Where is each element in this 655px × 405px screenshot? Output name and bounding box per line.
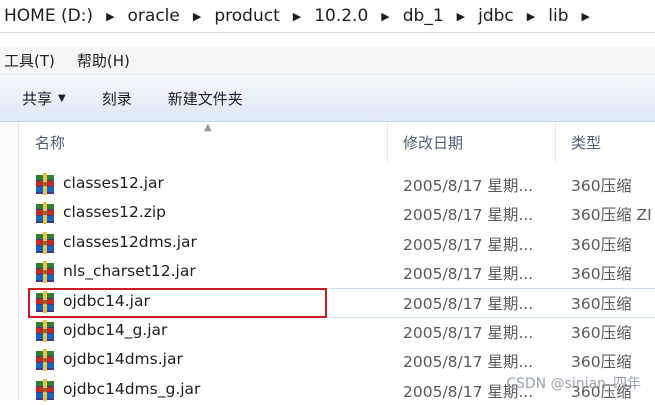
sort-ascending-icon: ▲ [204, 122, 212, 133]
chevron-right-icon[interactable]: ▶ [573, 10, 599, 23]
file-name: ojdbc14_g.jar [63, 320, 168, 339]
archive-file-icon [35, 349, 55, 372]
file-row[interactable]: nls_charset12.jar 2005/8/17 星期... 360压缩 [19, 258, 655, 287]
file-date: 2005/8/17 星期... [403, 177, 534, 195]
file-type: 360压缩 [571, 177, 632, 195]
breadcrumb-db1[interactable]: db_1 [399, 6, 448, 26]
column-header-row: ▲ 名称 修改日期 类型 [19, 122, 655, 162]
archive-file-icon [35, 261, 55, 284]
command-bar: 共享 ▼ 刻录 新建文件夹 [0, 75, 655, 122]
archive-file-icon [35, 202, 55, 225]
menu-bar: 工具(T) 帮助(H) [0, 46, 655, 75]
file-row[interactable]: ojdbc14dms.jar 2005/8/17 星期... 360压缩 [19, 346, 655, 375]
chevron-right-icon[interactable]: ▶ [518, 10, 544, 23]
watermark: CSDN @sinian_四年 [506, 376, 641, 392]
column-divider[interactable] [387, 122, 388, 162]
file-date: 2005/8/17 星期... [403, 323, 534, 342]
column-header-modified[interactable]: 修改日期 [403, 132, 463, 153]
file-name: classes12.jar [63, 174, 164, 192]
breadcrumb-jdbc[interactable]: jdbc [474, 6, 518, 26]
file-date: 2005/8/17 星期... [403, 265, 534, 284]
archive-file-icon [35, 173, 55, 195]
column-header-type[interactable]: 类型 [571, 132, 601, 153]
breadcrumb-product[interactable]: product [210, 6, 283, 26]
row-selection-highlight [330, 288, 655, 318]
file-type: 360压缩 [571, 353, 632, 372]
column-header-name[interactable]: 名称 [35, 132, 65, 153]
file-name: nls_charset12.jar [63, 262, 196, 281]
file-date: 2005/8/17 星期... [403, 353, 534, 372]
breadcrumb-oracle[interactable]: oracle [124, 6, 184, 26]
file-name: ojdbc14dms.jar [63, 350, 183, 369]
chevron-right-icon[interactable]: ▶ [372, 10, 398, 23]
caret-down-icon: ▼ [58, 92, 66, 104]
new-folder-button[interactable]: 新建文件夹 [150, 88, 261, 109]
archive-file-icon [35, 378, 55, 401]
file-row[interactable]: classes12dms.jar 2005/8/17 星期... 360压缩 [19, 229, 655, 258]
archive-file-icon [35, 231, 55, 254]
file-name: classes12.zip [63, 203, 167, 222]
menu-tools[interactable]: 工具(T) [0, 50, 67, 71]
file-name: ojdbc14dms_g.jar [63, 379, 201, 398]
navigation-pane [0, 122, 19, 401]
file-row[interactable]: classes12.zip 2005/8/17 星期... 360压缩 ZI [19, 199, 655, 228]
burn-label: 刻录 [101, 89, 132, 108]
share-label: 共享 [22, 89, 53, 108]
column-divider[interactable] [555, 122, 556, 162]
burn-button[interactable]: 刻录 [84, 88, 150, 109]
breadcrumb-lib[interactable]: lib [544, 6, 572, 26]
chevron-right-icon[interactable]: ▶ [97, 10, 123, 23]
file-type: 360压缩 [571, 323, 632, 342]
file-type: 360压缩 [571, 265, 632, 284]
file-row[interactable]: classes12.jar 2005/8/17 星期... 360压缩 [19, 170, 655, 199]
breadcrumb-version[interactable]: 10.2.0 [310, 6, 372, 26]
menu-help[interactable]: 帮助(H) [67, 50, 142, 71]
archive-file-icon [35, 290, 55, 313]
new-folder-label: 新建文件夹 [167, 89, 243, 108]
file-name: classes12dms.jar [63, 232, 197, 251]
file-date: 2005/8/17 星期... [403, 206, 534, 225]
chevron-right-icon[interactable]: ▶ [184, 10, 210, 23]
file-name: ojdbc14.jar [63, 291, 150, 310]
address-bar[interactable]: HOME (D:) ▶ oracle ▶ product ▶ 10.2.0 ▶ … [0, 0, 655, 33]
chevron-right-icon[interactable]: ▶ [448, 10, 474, 23]
share-button[interactable]: 共享 ▼ [0, 88, 84, 109]
file-type: 360压缩 ZI [571, 206, 652, 225]
archive-file-icon [35, 319, 55, 342]
file-date: 2005/8/17 星期... [403, 235, 534, 254]
breadcrumb-drive[interactable]: HOME (D:) [0, 6, 97, 26]
file-row[interactable]: ojdbc14_g.jar 2005/8/17 星期... 360压缩 [19, 317, 655, 346]
chevron-right-icon[interactable]: ▶ [284, 10, 310, 23]
file-type: 360压缩 [571, 235, 632, 254]
